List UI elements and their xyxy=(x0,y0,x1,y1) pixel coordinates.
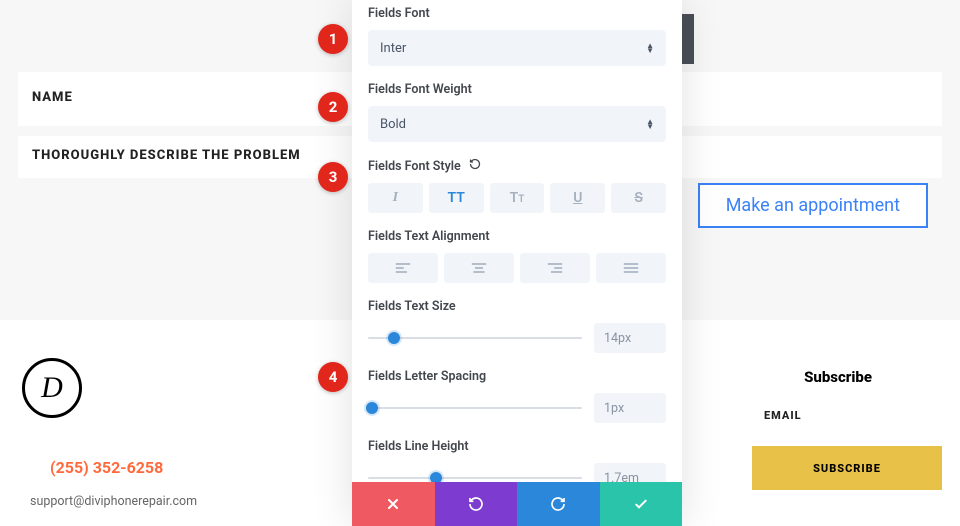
callout-1: 1 xyxy=(318,24,348,54)
select-arrows-icon: ▲▼ xyxy=(646,43,654,53)
scrollbar-hint xyxy=(680,14,694,64)
fields-font-weight-section: Fields Font Weight Bold ▲▼ xyxy=(368,82,666,142)
save-button[interactable] xyxy=(600,482,683,526)
uppercase-button[interactable]: TT xyxy=(429,183,484,213)
fields-font-section: Fields Font Inter ▲▼ xyxy=(368,6,666,66)
fields-text-alignment-section: Fields Text Alignment xyxy=(368,229,666,283)
select-arrows-icon: ▲▼ xyxy=(646,119,654,129)
fields-font-weight-select[interactable]: Bold ▲▼ xyxy=(368,106,666,142)
subscribe-heading: Subscribe xyxy=(804,368,872,386)
align-left-button[interactable] xyxy=(368,253,438,283)
fields-font-weight-label: Fields Font Weight xyxy=(368,82,666,97)
italic-button[interactable]: I xyxy=(368,183,423,213)
redo-button[interactable] xyxy=(517,482,600,526)
fields-text-alignment-label: Fields Text Alignment xyxy=(368,229,666,244)
fields-font-style-label: Fields Font Style xyxy=(368,158,666,174)
slider-thumb[interactable] xyxy=(366,402,378,414)
callout-2: 2 xyxy=(318,92,348,122)
callout-3: 3 xyxy=(318,162,348,192)
letter-spacing-value[interactable]: 1px xyxy=(594,393,666,423)
callout-4: 4 xyxy=(318,362,348,392)
describe-field-label: THOROUGHLY DESCRIBE THE PROBLEM xyxy=(32,148,301,163)
underline-button[interactable]: U xyxy=(550,183,605,213)
subscribe-email-input[interactable]: EMAIL xyxy=(752,397,942,437)
panel-scroll-area[interactable]: Fields Font Inter ▲▼ Fields Font Weight … xyxy=(352,0,682,482)
slider-thumb[interactable] xyxy=(388,332,400,344)
fields-font-value: Inter xyxy=(380,41,406,56)
design-settings-panel: Fields Font Inter ▲▼ Fields Font Weight … xyxy=(352,0,682,526)
divi-logo: D xyxy=(22,358,82,418)
fields-font-style-section: Fields Font Style I TT TT U S xyxy=(368,158,666,213)
subscribe-button[interactable]: SUBSCRIBE xyxy=(752,446,942,490)
align-center-button[interactable] xyxy=(444,253,514,283)
fields-line-height-section: Fields Line Height 1.7em xyxy=(368,439,666,482)
fields-font-weight-value: Bold xyxy=(380,117,406,132)
align-justify-button[interactable] xyxy=(596,253,666,283)
font-style-buttons: I TT TT U S xyxy=(368,183,666,213)
text-size-slider[interactable] xyxy=(368,337,582,339)
close-button[interactable] xyxy=(352,482,435,526)
undo-button[interactable] xyxy=(435,482,518,526)
fields-text-size-label: Fields Text Size xyxy=(368,299,666,314)
panel-action-bar xyxy=(352,482,682,526)
reset-icon[interactable] xyxy=(469,158,481,174)
make-appointment-button[interactable]: Make an appointment xyxy=(698,183,928,228)
fields-font-select[interactable]: Inter ▲▼ xyxy=(368,30,666,66)
slider-thumb[interactable] xyxy=(430,472,442,482)
support-email: support@diviphonerepair.com xyxy=(30,494,197,509)
align-right-button[interactable] xyxy=(520,253,590,283)
strikethrough-button[interactable]: S xyxy=(611,183,666,213)
name-field-label: NAME xyxy=(32,90,73,105)
smallcaps-button[interactable]: TT xyxy=(490,183,545,213)
alignment-buttons xyxy=(368,253,666,283)
phone-number: (255) 352-6258 xyxy=(50,458,163,477)
text-size-value[interactable]: 14px xyxy=(594,323,666,353)
fields-letter-spacing-section: Fields Letter Spacing 1px xyxy=(368,369,666,423)
line-height-slider[interactable] xyxy=(368,477,582,479)
fields-font-label: Fields Font xyxy=(368,6,666,21)
fields-line-height-label: Fields Line Height xyxy=(368,439,666,454)
fields-text-size-section: Fields Text Size 14px xyxy=(368,299,666,353)
line-height-value[interactable]: 1.7em xyxy=(594,463,666,482)
fields-letter-spacing-label: Fields Letter Spacing xyxy=(368,369,666,384)
letter-spacing-slider[interactable] xyxy=(368,407,582,409)
